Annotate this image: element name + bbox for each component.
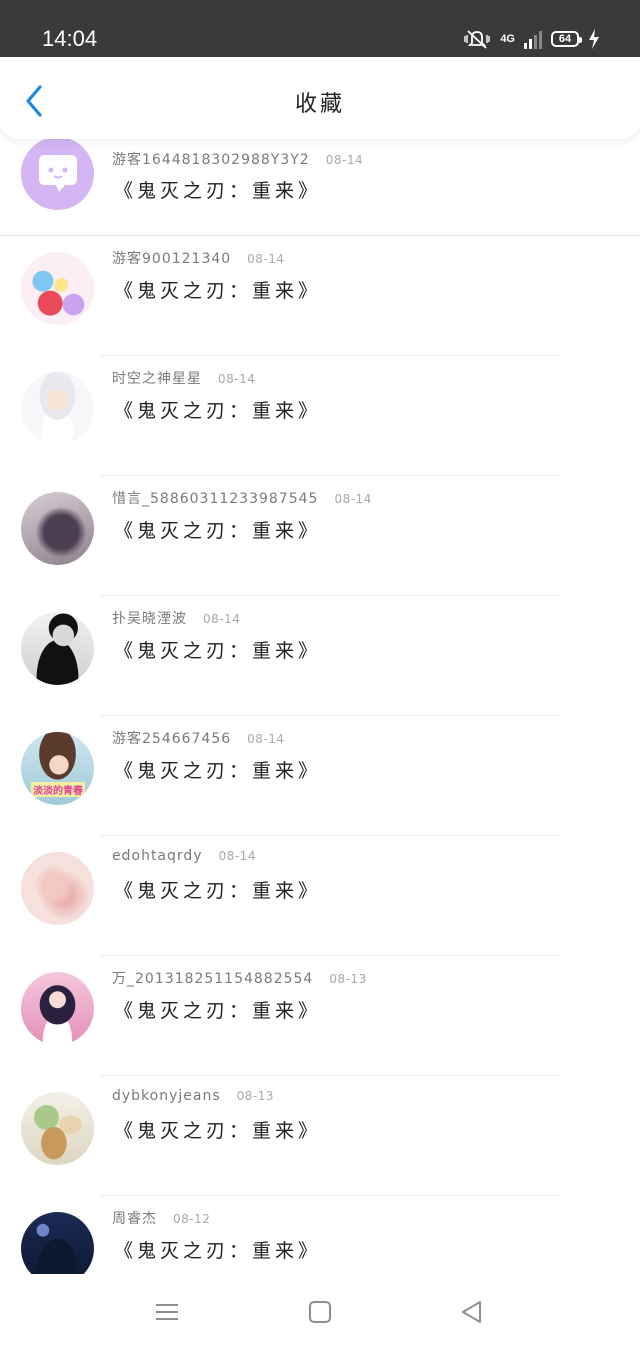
- favorite-title[interactable]: 《鬼灭之刃：重来》: [114, 1236, 321, 1263]
- date: 08-13: [329, 972, 367, 986]
- username[interactable]: dybkonyjeans: [112, 1088, 221, 1104]
- item-meta: edohtaqrdy 08-14: [112, 848, 256, 870]
- username[interactable]: 游客900121340: [112, 248, 231, 268]
- username[interactable]: 万_2013182511548825​54: [112, 968, 313, 988]
- avatar[interactable]: 淡淡的青春: [21, 732, 94, 805]
- header: 收藏: [0, 57, 640, 139]
- list-item[interactable]: 周睿杰 08-12 《鬼灭之刃：重来》: [0, 1196, 640, 1274]
- item-meta: 惜言_58860311233987545 08-14: [112, 488, 372, 510]
- avatar[interactable]: [21, 139, 94, 210]
- list-item[interactable]: 淡淡的青春 游客254667456 08-14 《鬼灭之刃：重来》: [0, 716, 640, 836]
- avatar[interactable]: [21, 1092, 94, 1165]
- avatar[interactable]: [21, 492, 94, 565]
- list-item[interactable]: 惜言_58860311233987545 08-14 《鬼灭之刃：重来》: [0, 476, 640, 596]
- list-item[interactable]: dybkonyjeans 08-13 《鬼灭之刃：重来》: [0, 1076, 640, 1196]
- avatar[interactable]: [21, 372, 94, 445]
- favorite-title[interactable]: 《鬼灭之刃：重来》: [114, 516, 321, 543]
- favorite-title[interactable]: 《鬼灭之刃：重来》: [114, 996, 321, 1023]
- favorites-list: 游客1644818302988Y3Y2 08-14 《鬼灭之刃：重来》 游客90…: [0, 139, 640, 1274]
- date: 08-14: [218, 372, 256, 386]
- signal-icon: [524, 31, 542, 49]
- back-triangle-icon[interactable]: [458, 1298, 486, 1326]
- item-meta: 游客254667456 08-14: [112, 728, 285, 750]
- favorite-title[interactable]: 《鬼灭之刃：重来》: [114, 276, 321, 303]
- favorite-title[interactable]: 《鬼灭之刃：重来》: [114, 636, 321, 663]
- date: 08-14: [218, 849, 256, 863]
- favorite-title[interactable]: 《鬼灭之刃：重来》: [114, 1116, 321, 1143]
- avatar[interactable]: [21, 1212, 94, 1274]
- date: 08-14: [334, 492, 372, 506]
- status-icons: 4G 64: [463, 27, 600, 51]
- status-bar: 14:04 4G 64: [0, 0, 640, 57]
- username[interactable]: 周睿杰: [112, 1208, 157, 1228]
- list-item[interactable]: 游客900121340 08-14 《鬼灭之刃：重来》: [0, 236, 640, 356]
- username[interactable]: 扑吴晓湮波: [112, 608, 187, 628]
- username[interactable]: edohtaqrdy: [112, 848, 203, 864]
- date: 08-14: [203, 612, 241, 626]
- item-meta: 扑吴晓湮波 08-14: [112, 608, 240, 630]
- favorite-title[interactable]: 《鬼灭之刃：重来》: [114, 756, 321, 783]
- item-meta: 时空之神星星 08-14: [112, 368, 255, 390]
- list-item[interactable]: 万_2013182511548825​54 08-13 《鬼灭之刃：重来》: [0, 956, 640, 1076]
- date: 08-14: [325, 153, 364, 167]
- home-square-icon[interactable]: [306, 1298, 334, 1326]
- favorite-title[interactable]: 《鬼灭之刃：重来》: [114, 876, 321, 903]
- date: 08-14: [247, 252, 285, 266]
- favorite-title[interactable]: 《鬼灭之刃：重来》: [114, 176, 321, 203]
- silent-vibrate-icon: [464, 30, 491, 49]
- list-item[interactable]: 游客1644818302988Y3Y2 08-14 《鬼灭之刃：重来》: [0, 139, 640, 236]
- avatar[interactable]: [21, 612, 94, 685]
- list-item[interactable]: 时空之神星星 08-14 《鬼灭之刃：重来》: [0, 356, 640, 476]
- item-meta: dybkonyjeans 08-13: [112, 1088, 274, 1110]
- username[interactable]: 惜言_58860311233987545: [112, 488, 318, 508]
- avatar-caption: 淡淡的青春: [31, 782, 85, 797]
- system-nav-bar: [0, 1274, 640, 1351]
- menu-icon[interactable]: [153, 1298, 181, 1326]
- item-meta: 游客1644818302988Y3Y2 08-14: [112, 149, 363, 171]
- item-meta: 万_2013182511548825​54 08-13: [112, 968, 367, 990]
- date: 08-13: [236, 1089, 275, 1103]
- username[interactable]: 游客254667456: [112, 728, 231, 748]
- item-meta: 周睿杰 08-12: [112, 1208, 210, 1230]
- status-time: 14:04: [42, 26, 98, 51]
- battery-icon: 64: [551, 31, 582, 47]
- item-meta: 游客900121340 08-14: [112, 248, 285, 270]
- date: 08-14: [247, 732, 285, 746]
- list-item[interactable]: edohtaqrdy 08-14 《鬼灭之刃：重来》: [0, 836, 640, 956]
- date: 08-12: [173, 1212, 211, 1226]
- page-title: 收藏: [294, 92, 345, 117]
- username[interactable]: 游客1644818302988Y3Y2: [112, 149, 310, 169]
- charging-icon: [589, 29, 599, 49]
- chat-bubble-icon: [39, 155, 77, 192]
- network-label: 4G: [500, 33, 515, 45]
- avatar[interactable]: [21, 972, 94, 1045]
- list-item[interactable]: 扑吴晓湮波 08-14 《鬼灭之刃：重来》: [0, 596, 640, 716]
- avatar[interactable]: [21, 252, 94, 325]
- avatar[interactable]: [21, 852, 94, 925]
- username[interactable]: 时空之神星星: [112, 368, 202, 388]
- favorite-title[interactable]: 《鬼灭之刃：重来》: [114, 396, 321, 423]
- battery-level: 64: [558, 33, 572, 45]
